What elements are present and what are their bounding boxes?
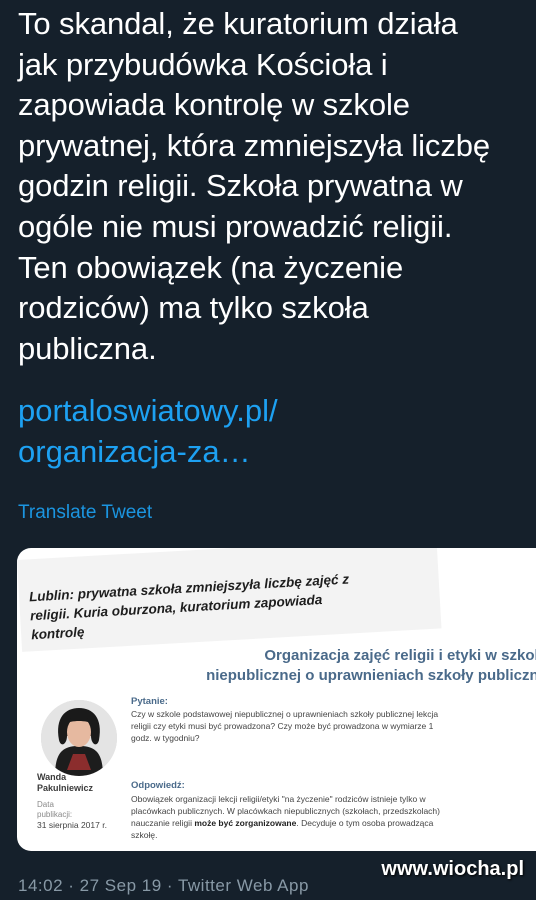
article-title: Organizacja zajęć religii i etyki w szko…: [206, 647, 536, 684]
tweet-link[interactable]: portaloswiatowy.pl/ organizacja-za…: [18, 391, 278, 472]
media-card[interactable]: Lublin: prywatna szkoła zmniejszyła licz…: [17, 548, 536, 851]
translate-tweet-button[interactable]: Translate Tweet: [18, 502, 152, 524]
date-value: 31 sierpnia 2017 r.: [37, 820, 107, 830]
tweet-timestamp: 14:02 · 27 Sep 19 · Twitter Web App: [18, 876, 309, 895]
author-name: Wanda Pakulniewicz: [37, 772, 94, 793]
answer-text-bold: może być zorganizowane: [194, 818, 297, 828]
article-headline: Lublin: prywatna szkoła zmniejszyła licz…: [17, 548, 442, 652]
date-label: Data publikacji:: [37, 800, 73, 819]
answer-text: Obowiązek organizacji lekcji religii/ety…: [131, 793, 446, 841]
question-label: Pytanie:: [131, 696, 168, 707]
tweet-text: To skandal, że kuratorium działa jak prz…: [18, 6, 491, 366]
site-watermark: www.wiocha.pl: [381, 858, 524, 880]
question-text: Czy w szkole podstawowej niepublicznej o…: [131, 709, 439, 743]
answer-label: Odpowiedź:: [131, 780, 185, 791]
author-portrait-icon: [41, 700, 117, 776]
author-avatar: [41, 700, 117, 776]
